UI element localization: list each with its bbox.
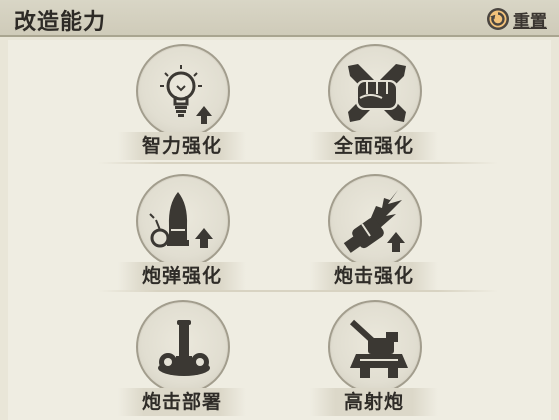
- skill-icon-frame[interactable]: [136, 300, 230, 394]
- skill-full-upgrade[interactable]: 全面强化: [310, 44, 438, 164]
- reset-label[interactable]: 重置: [513, 7, 547, 32]
- skill-shell-upgrade[interactable]: 炮弹强化: [118, 174, 246, 294]
- skill-panel: 智力强化 全面强化 炮弹强化 炮击强化 炮击部署 高射炮: [8, 40, 551, 420]
- header-bar: 改造能力 重置: [0, 0, 559, 37]
- fist-blast-upgrade-icon: [343, 190, 405, 253]
- skill-icon-frame[interactable]: [328, 44, 422, 138]
- fist-crossed-icon: [348, 64, 406, 122]
- reset-button[interactable]: 重置: [486, 6, 547, 32]
- skill-label: 高射炮: [310, 388, 438, 416]
- shell-upgrade-icon: [149, 192, 213, 248]
- skill-icon-frame[interactable]: [328, 300, 422, 394]
- skill-anti-air-gun[interactable]: 高射炮: [310, 300, 438, 420]
- skill-intellect-upgrade[interactable]: 智力强化: [118, 44, 246, 164]
- skill-label: 全面强化: [310, 132, 438, 160]
- skill-label: 炮击部署: [118, 388, 246, 416]
- reset-icon[interactable]: [486, 7, 510, 31]
- cannon-deploy-icon: [158, 320, 210, 376]
- skill-icon-frame[interactable]: [136, 174, 230, 268]
- skill-icon-frame[interactable]: [136, 44, 230, 138]
- skill-label: 智力强化: [118, 132, 246, 160]
- lightbulb-upgrade-icon: [160, 65, 212, 124]
- skill-bombard-upgrade[interactable]: 炮击强化: [310, 174, 438, 294]
- page-title: 改造能力: [14, 10, 107, 35]
- skill-label: 炮击强化: [310, 262, 438, 290]
- anti-air-gun-icon: [349, 319, 408, 378]
- skill-bombard-deploy[interactable]: 炮击部署: [118, 300, 246, 420]
- skill-icon-frame[interactable]: [328, 174, 422, 268]
- skill-label: 炮弹强化: [118, 262, 246, 290]
